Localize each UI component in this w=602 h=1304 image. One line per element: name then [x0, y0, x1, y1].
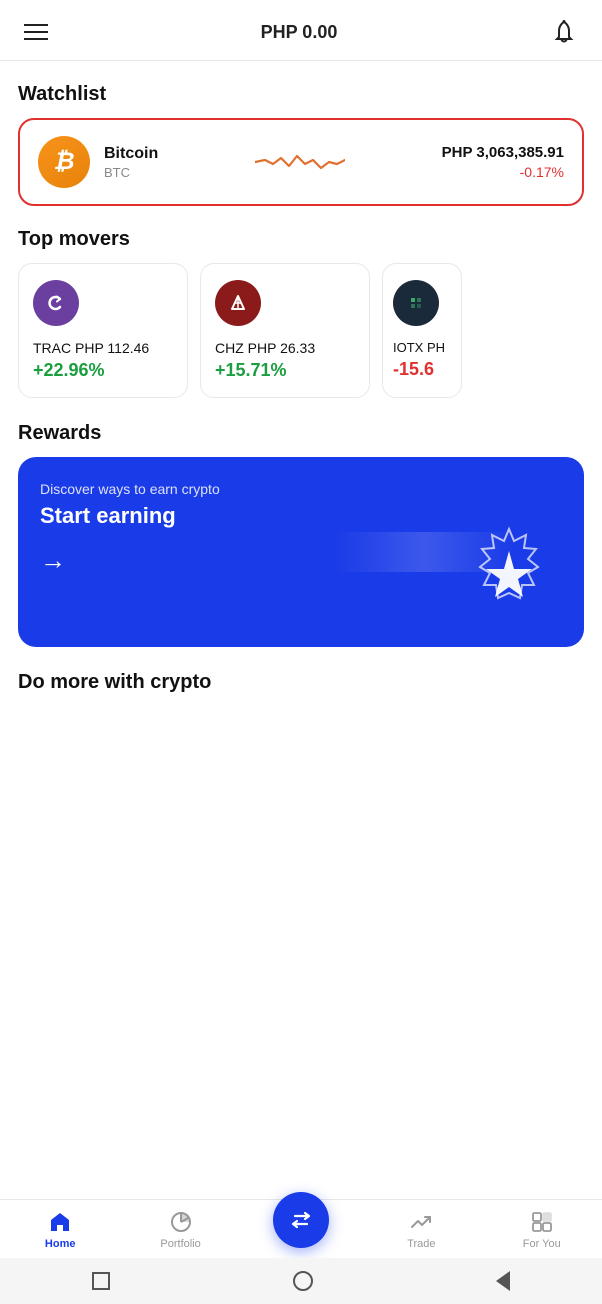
- bitcoin-price: PHP 3,063,385.91: [442, 144, 564, 161]
- top-movers-title: Top movers: [18, 228, 584, 251]
- trac-icon: [33, 280, 79, 326]
- menu-line-2: [24, 31, 48, 33]
- trac-change: +22.96%: [33, 360, 173, 381]
- mover-card-trac[interactable]: TRAC PHP 112.46 +22.96%: [18, 263, 188, 398]
- nav-item-trade[interactable]: Trade: [391, 1210, 451, 1250]
- menu-line-1: [24, 24, 48, 26]
- android-back-button[interactable]: [496, 1271, 510, 1291]
- trade-label: Trade: [407, 1238, 435, 1250]
- menu-line-3: [24, 38, 48, 40]
- do-more-title: Do more with crypto: [18, 671, 584, 694]
- home-icon: [48, 1210, 72, 1234]
- watchlist-card-bitcoin[interactable]: ₿ Bitcoin BTC PHP 3,063,385.91 -0.17%: [18, 118, 584, 206]
- bitcoin-symbol: ₿: [53, 148, 74, 176]
- menu-button[interactable]: [24, 24, 48, 40]
- chz-name-price: CHZ PHP 26.33: [215, 340, 355, 356]
- chz-ticker: CHZ: [215, 340, 248, 356]
- watchlist-section: Watchlist ₿ Bitcoin BTC PHP 3,063,385.91…: [18, 83, 584, 206]
- bitcoin-chart: [172, 142, 427, 182]
- rewards-title: Rewards: [18, 422, 584, 445]
- for-you-label: For You: [523, 1238, 561, 1250]
- trade-icon: [409, 1210, 433, 1234]
- top-movers-section: Top movers TRAC PHP 112.46 +22.96%: [18, 228, 584, 398]
- rewards-card[interactable]: Discover ways to earn crypto Start earni…: [18, 457, 584, 647]
- main-content: Watchlist ₿ Bitcoin BTC PHP 3,063,385.91…: [0, 83, 602, 806]
- bitcoin-name: Bitcoin: [104, 145, 158, 163]
- notifications-button[interactable]: [550, 18, 578, 46]
- for-you-icon: [530, 1210, 554, 1234]
- portfolio-icon: [169, 1210, 193, 1234]
- rewards-subtitle: Discover ways to earn crypto: [40, 481, 562, 497]
- rewards-badge: [454, 521, 564, 631]
- watchlist-title: Watchlist: [18, 83, 584, 106]
- bitcoin-price-info: PHP 3,063,385.91 -0.17%: [442, 144, 564, 180]
- android-home-button[interactable]: [293, 1271, 313, 1291]
- iotx-ticker: IOTX PH: [393, 340, 445, 355]
- swap-button[interactable]: [273, 1192, 329, 1248]
- chz-price: PHP 26.33: [248, 340, 315, 356]
- chz-icon: [215, 280, 261, 326]
- nav-item-swap[interactable]: [271, 1212, 331, 1248]
- bitcoin-change: -0.17%: [442, 164, 564, 180]
- bitcoin-ticker: BTC: [104, 165, 158, 180]
- movers-row: TRAC PHP 112.46 +22.96% CHZ PHP 26.33: [18, 263, 584, 398]
- android-nav-bar: [0, 1258, 602, 1304]
- iotx-name-price: IOTX PH: [393, 340, 451, 355]
- header-balance: PHP 0.00: [261, 22, 338, 43]
- chz-change: +15.71%: [215, 360, 355, 381]
- bottom-navigation: Home Portfolio Tra: [0, 1199, 602, 1258]
- home-label: Home: [45, 1238, 76, 1250]
- header: PHP 0.00: [0, 0, 602, 61]
- android-recent-button[interactable]: [92, 1272, 110, 1290]
- mover-card-chz[interactable]: CHZ PHP 26.33 +15.71%: [200, 263, 370, 398]
- nav-item-home[interactable]: Home: [30, 1210, 90, 1250]
- trac-name-price: TRAC PHP 112.46: [33, 340, 173, 356]
- trac-ticker: TRAC: [33, 340, 75, 356]
- portfolio-label: Portfolio: [160, 1238, 200, 1250]
- mover-card-iotx[interactable]: IOTX PH -15.6: [382, 263, 462, 398]
- bitcoin-icon: ₿: [38, 136, 90, 188]
- bitcoin-info: Bitcoin BTC: [104, 145, 158, 180]
- nav-item-for-you[interactable]: For You: [512, 1210, 572, 1250]
- nav-item-portfolio[interactable]: Portfolio: [151, 1210, 211, 1250]
- iotx-change: -15.6: [393, 359, 451, 380]
- rewards-section: Rewards Discover ways to earn crypto Sta…: [18, 422, 584, 647]
- do-more-section: Do more with crypto: [18, 671, 584, 694]
- trac-price: PHP 112.46: [75, 340, 149, 356]
- iotx-icon: [393, 280, 439, 326]
